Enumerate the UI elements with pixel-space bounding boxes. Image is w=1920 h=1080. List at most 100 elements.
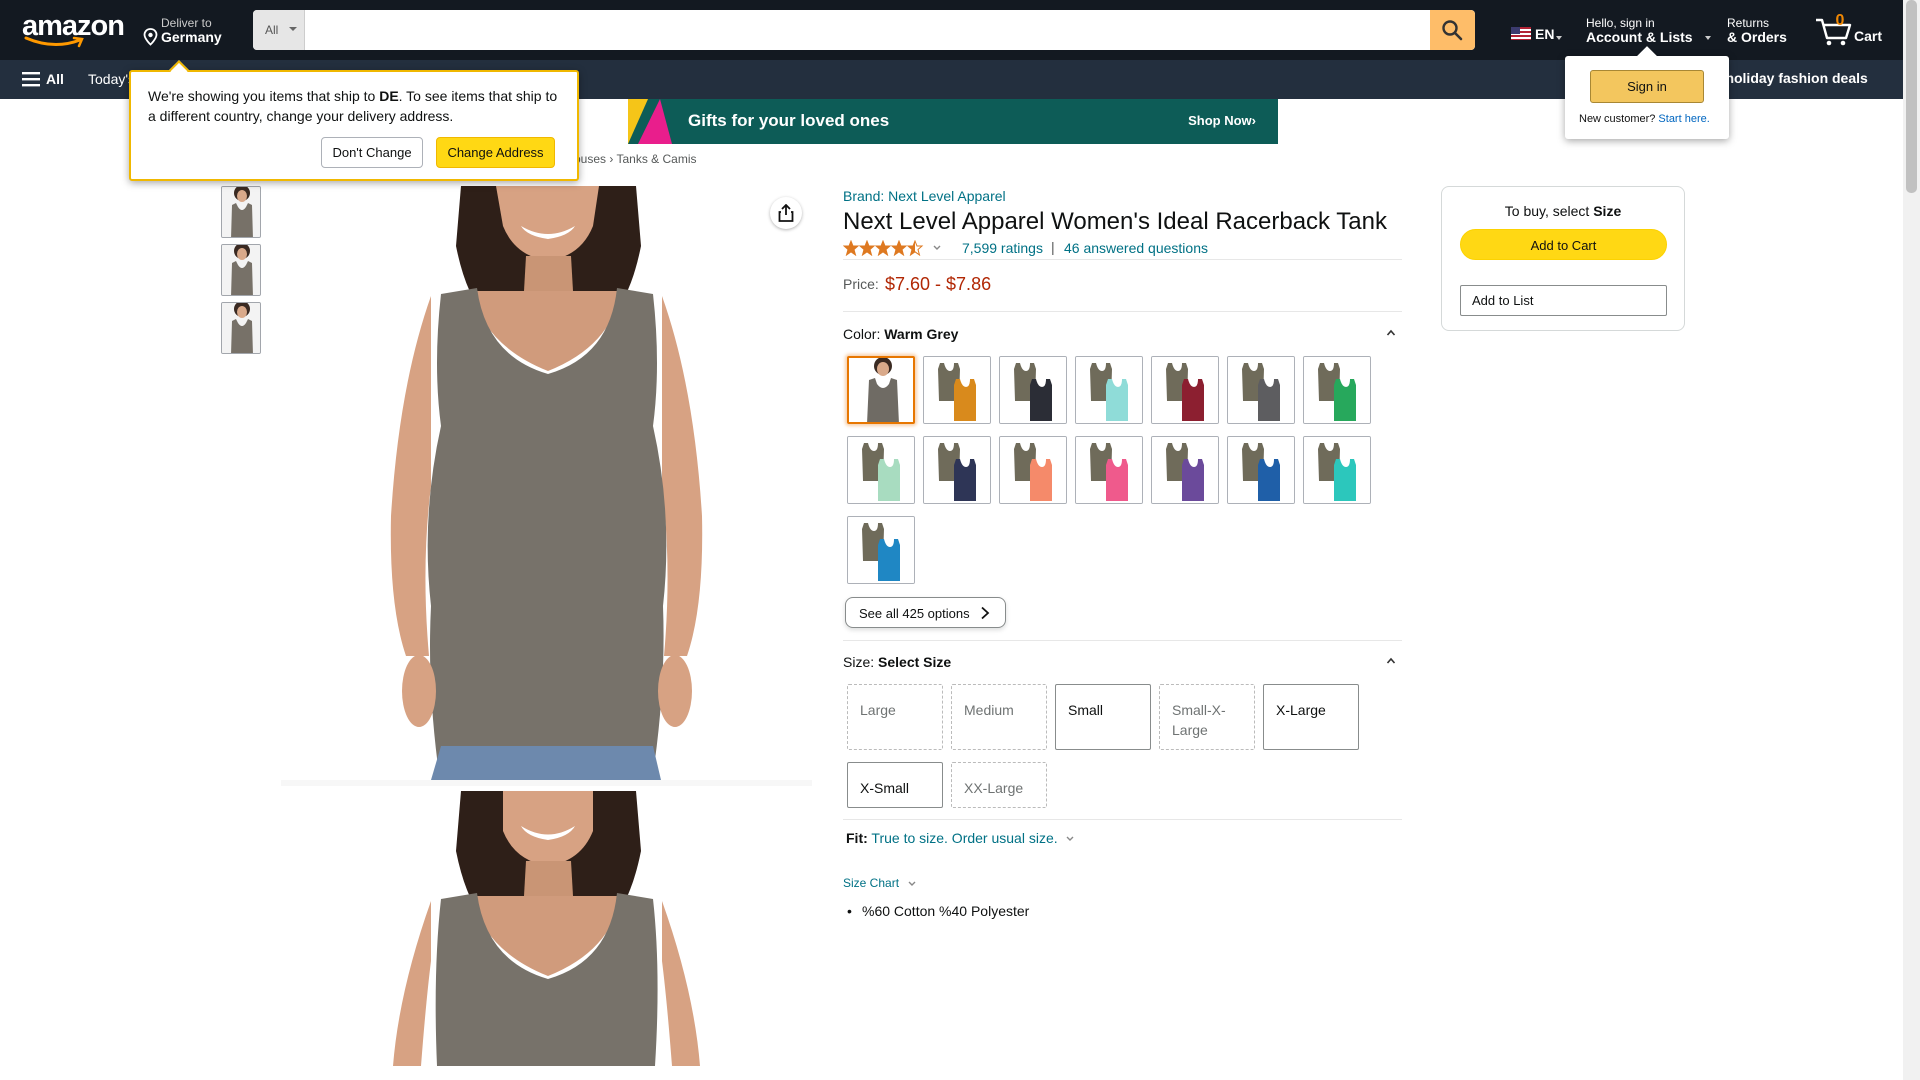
- size-option-medium[interactable]: Medium: [951, 684, 1047, 750]
- tank-swatch-image: [924, 357, 990, 423]
- size-option-label: Small: [1068, 702, 1104, 718]
- promo-banner[interactable]: Gifts for your loved ones Shop Now›: [628, 99, 1278, 144]
- chevron-up-icon[interactable]: [1386, 328, 1396, 338]
- change-address-button[interactable]: Change Address: [436, 137, 555, 168]
- fit-label: Fit:: [846, 830, 868, 846]
- ship-to-popover: We're showing you items that ship to DE.…: [129, 60, 579, 181]
- tank-swatch-image: [1152, 357, 1218, 423]
- all-menu-button[interactable]: All: [22, 70, 68, 90]
- size-option-label: Small-X-Large: [1172, 702, 1226, 738]
- add-to-cart-button[interactable]: Add to Cart: [1460, 229, 1667, 260]
- language-selector[interactable]: EN: [1508, 24, 1564, 44]
- search-department-select[interactable]: All: [253, 10, 305, 50]
- breadcrumb[interactable]: ouses › Tanks & Camis: [574, 152, 697, 166]
- thumbnail-image[interactable]: [221, 186, 261, 238]
- shop-now-link[interactable]: Shop Now›: [1188, 113, 1256, 128]
- color-swatch[interactable]: [1075, 356, 1143, 424]
- chevron-down-icon[interactable]: [932, 244, 942, 252]
- caret-down-icon: [289, 27, 297, 31]
- chevron-up-icon[interactable]: [1386, 656, 1396, 666]
- sign-in-popover: Sign in New customer? Start here.: [1565, 46, 1729, 139]
- color-swatch[interactable]: [999, 436, 1067, 504]
- brand-link[interactable]: Brand: Next Level Apparel: [843, 188, 1006, 204]
- color-swatch[interactable]: [923, 436, 991, 504]
- buy-hint-bold: Size: [1593, 203, 1622, 219]
- hamburger-icon: [22, 72, 40, 87]
- color-swatch[interactable]: [923, 356, 991, 424]
- start-here-link[interactable]: Start here.: [1658, 113, 1709, 125]
- tank-thumbnail: [222, 303, 260, 353]
- color-swatch[interactable]: [999, 356, 1067, 424]
- color-swatch[interactable]: [1227, 436, 1295, 504]
- size-option-label: Large: [860, 702, 896, 718]
- page-scrollbar[interactable]: [1903, 0, 1920, 1080]
- tank-swatch-image: [1000, 357, 1066, 423]
- todays-deals-link[interactable]: Today's: [88, 71, 135, 87]
- tank-swatch-image: [1000, 437, 1066, 503]
- holiday-fashion-deals-link[interactable]: p holiday fashion deals: [1713, 70, 1868, 86]
- cart-label: Cart: [1854, 28, 1883, 44]
- color-swatch[interactable]: [1075, 436, 1143, 504]
- chevron-down-icon: [908, 881, 916, 886]
- color-swatch[interactable]: [1151, 436, 1219, 504]
- size-option-x-large[interactable]: X-Large: [1263, 684, 1359, 750]
- orders-label: & Orders: [1727, 29, 1787, 45]
- tank-swatch-image: [924, 437, 990, 503]
- main-product-image[interactable]: [281, 186, 812, 786]
- tank-swatch-image: [1304, 357, 1370, 423]
- tank-swatch-image: [848, 437, 914, 503]
- all-menu-label: All: [46, 71, 64, 87]
- answered-questions-link[interactable]: 46 answered questions: [1064, 240, 1208, 256]
- size-option-label: X-Large: [1276, 702, 1326, 718]
- search-input[interactable]: [305, 10, 1405, 50]
- buy-box: To buy, select Size Add to Cart Add to L…: [1441, 186, 1685, 331]
- share-button[interactable]: [770, 197, 802, 229]
- size-option-x-small[interactable]: X-Small: [847, 762, 943, 808]
- ship-country: DE: [379, 88, 399, 104]
- selected-color: Warm Grey: [884, 326, 959, 342]
- size-label: Size: Select Size: [843, 654, 951, 670]
- fit-value: True to size. Order usual size.: [871, 830, 1058, 846]
- ratings-link[interactable]: 7,599 ratings: [962, 240, 1043, 256]
- size-option-xx-large[interactable]: XX-Large: [951, 762, 1047, 808]
- banner-decoration: [638, 99, 672, 144]
- returns-label: Returns: [1727, 16, 1770, 30]
- fit-info[interactable]: Fit: True to size. Order usual size.: [846, 830, 1074, 846]
- size-chart-label: Size Chart: [843, 876, 900, 890]
- color-swatch[interactable]: [847, 436, 915, 504]
- tank-swatch-image: [1304, 437, 1370, 503]
- search-button[interactable]: [1430, 10, 1475, 50]
- ship-to-message: We're showing you items that ship to DE.…: [148, 86, 568, 126]
- tank-thumbnail: [222, 187, 260, 237]
- color-swatch[interactable]: [847, 516, 915, 584]
- cart-button[interactable]: 0 Cart: [1812, 10, 1884, 50]
- size-option-small[interactable]: Small: [1055, 684, 1151, 750]
- account-and-lists[interactable]: Hello, sign in Account & Lists: [1585, 14, 1711, 48]
- color-swatch[interactable]: [847, 356, 915, 424]
- tank-swatch-image: [1076, 357, 1142, 423]
- top-nav: amazon Deliver to Germany All EN Hello, …: [0, 0, 1903, 60]
- deliver-to[interactable]: Deliver to Germany: [140, 14, 240, 48]
- ship-msg-prefix: We're showing you items that ship to: [148, 88, 380, 104]
- deliver-country: Germany: [161, 29, 222, 45]
- location-pin-icon: [143, 28, 158, 46]
- size-option-large[interactable]: Large: [847, 684, 943, 750]
- color-swatch[interactable]: [1227, 356, 1295, 424]
- add-to-list-button[interactable]: Add to List: [1460, 285, 1667, 316]
- sign-in-button[interactable]: Sign in: [1590, 70, 1704, 103]
- thumbnail-image[interactable]: [221, 244, 261, 296]
- promo-text: Gifts for your loved ones: [688, 111, 890, 130]
- scrollbar-thumb[interactable]: [1906, 0, 1917, 193]
- color-swatch[interactable]: [1303, 436, 1371, 504]
- secondary-product-image[interactable]: [281, 791, 812, 1066]
- dont-change-button[interactable]: Don't Change: [321, 137, 423, 168]
- size-option-small-x-large[interactable]: Small-X-Large: [1159, 684, 1255, 750]
- size-chart-link[interactable]: Size Chart: [843, 876, 916, 890]
- color-swatch[interactable]: [1151, 356, 1219, 424]
- rating-stars-icon[interactable]: [843, 240, 925, 256]
- amazon-logo[interactable]: amazon: [20, 10, 125, 48]
- color-swatch[interactable]: [1303, 356, 1371, 424]
- returns-and-orders[interactable]: Returns & Orders: [1726, 14, 1794, 48]
- thumbnail-image[interactable]: [221, 302, 261, 354]
- see-all-options-button[interactable]: See all 425 options: [845, 597, 1006, 628]
